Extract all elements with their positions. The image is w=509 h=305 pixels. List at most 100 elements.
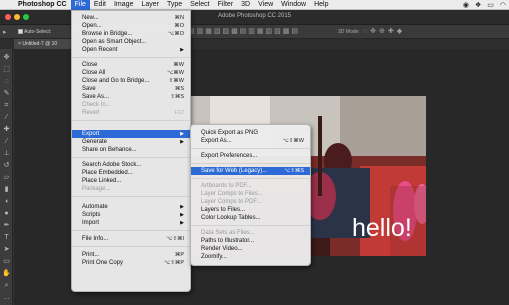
- menu-item-print[interactable]: Print... ⌘P: [72, 251, 190, 259]
- menu-item-print-one-copy[interactable]: Print One Copy ⌥⇧⌘P: [72, 259, 190, 267]
- menu-layer[interactable]: Layer: [137, 0, 163, 10]
- submenu-arrow-icon: ▶: [180, 139, 184, 145]
- hand-tool-icon[interactable]: ✋: [2, 269, 11, 278]
- menu-photoshop[interactable]: Photoshop CC: [14, 0, 71, 10]
- 3d-mode-icons[interactable]: ◌✥⊕✚◆: [363, 27, 405, 35]
- menu-item-shortcut: ⌥⌘O: [167, 31, 184, 37]
- menu-type[interactable]: Type: [163, 0, 186, 10]
- menu-separator: [72, 120, 190, 121]
- menu-image[interactable]: Image: [110, 0, 137, 10]
- menu-item-search-adobe-stock[interactable]: Search Adobe Stock...: [72, 161, 190, 169]
- menu-item-open-recent[interactable]: Open Recent ▶: [72, 46, 190, 54]
- menu-item-generate[interactable]: Generate ▶: [72, 138, 190, 146]
- submenu-item-zoomify[interactable]: Zoomify...: [191, 253, 310, 261]
- menu-item-package: Package...: [72, 185, 190, 193]
- menu-item-label: Revert: [82, 110, 100, 116]
- monitor-icon[interactable]: ▭: [487, 1, 494, 9]
- menu-item-place-embedded[interactable]: Place Embedded...: [72, 169, 190, 177]
- menu-item-shortcut: ⇧⌘S: [170, 94, 184, 100]
- menu-item-close[interactable]: Close ⌘W: [72, 61, 190, 69]
- lasso-tool-icon[interactable]: ◌: [2, 77, 11, 86]
- menu-3d[interactable]: 3D: [237, 0, 254, 10]
- align-distribute-icons[interactable]: ▤▥▦▧▨▩▤▥▦▧▨▩▤: [188, 27, 300, 35]
- eyedropper-tool-icon[interactable]: ⁄: [2, 113, 11, 122]
- menu-item-revert: Revert F12: [72, 109, 190, 117]
- menu-file[interactable]: File: [70, 0, 90, 10]
- submenu-item-export-as[interactable]: Export As... ⌥⇧⌘W: [191, 137, 310, 145]
- zoom-tool-icon[interactable]: ⌕: [2, 281, 11, 290]
- menu-filter[interactable]: Filter: [214, 0, 238, 10]
- menu-item-close-and-go-to-bridge[interactable]: Close and Go to Bridge... ⇧⌘W: [72, 77, 190, 85]
- marquee-tool-icon[interactable]: ⬚: [2, 65, 11, 74]
- move-tool-preset-icon[interactable]: ▸: [3, 28, 7, 36]
- menu-edit[interactable]: Edit: [90, 0, 110, 10]
- menu-item-label: Import: [82, 220, 100, 226]
- history-brush-tool-icon[interactable]: ↺: [2, 161, 11, 170]
- menu-item-shortcut: ⌘P: [174, 252, 184, 258]
- submenu-item-artboards-to-pdf: Artboards to PDF...: [191, 182, 310, 190]
- submenu-arrow-icon: ▶: [180, 212, 184, 218]
- menu-help[interactable]: Help: [310, 0, 332, 10]
- move-tool-icon[interactable]: ✥: [2, 53, 11, 62]
- auto-select-checkbox[interactable]: [18, 29, 23, 34]
- submenu-arrow-icon: ▶: [180, 204, 184, 210]
- menu-item-share-on-behance[interactable]: Share on Behance...: [72, 146, 190, 154]
- auto-select-label: Auto-Select:: [24, 29, 52, 35]
- submenu-item-render-video[interactable]: Render Video...: [191, 245, 310, 253]
- menu-item-scripts[interactable]: Scripts ▶: [72, 211, 190, 219]
- wifi-icon[interactable]: ◠: [500, 1, 506, 9]
- system-tray: ◉ ❖ ▭ ◠: [463, 0, 506, 10]
- more-tools-icon[interactable]: …: [2, 293, 11, 302]
- dodge-tool-icon[interactable]: ●: [2, 209, 11, 218]
- menu-item-browse-in-bridge[interactable]: Browse in Bridge... ⌥⌘O: [72, 30, 190, 38]
- gradient-tool-icon[interactable]: ▮: [2, 185, 11, 194]
- submenu-item-color-lookup-tables[interactable]: Color Lookup Tables...: [191, 214, 310, 222]
- menu-item-label: Data Sets as Files...: [201, 230, 255, 236]
- submenu-item-save-for-web[interactable]: Save for Web (Legacy)... ⌥⇧⌘S: [191, 167, 310, 175]
- menu-item-shortcut: ⌥⇧⌘I: [166, 236, 184, 242]
- menu-item-label: Package...: [82, 186, 111, 192]
- menu-item-open[interactable]: Open... ⌘O: [72, 22, 190, 30]
- eraser-tool-icon[interactable]: ▱: [2, 173, 11, 182]
- menu-item-import[interactable]: Import ▶: [72, 219, 190, 227]
- menu-view[interactable]: View: [254, 0, 277, 10]
- menu-item-place-linked[interactable]: Place Linked...: [72, 177, 190, 185]
- type-tool-icon[interactable]: T: [2, 233, 11, 242]
- menu-item-label: Automate: [82, 204, 108, 210]
- menu-item-open-as-smart-object[interactable]: Open as Smart Object...: [72, 38, 190, 46]
- submenu-item-paths-to-illustrator[interactable]: Paths to Illustrator...: [191, 237, 310, 245]
- path-selection-tool-icon[interactable]: ➤: [2, 245, 11, 254]
- menu-item-label: Search Adobe Stock...: [82, 162, 142, 168]
- healing-tool-icon[interactable]: ✚: [2, 125, 11, 134]
- shape-tool-icon[interactable]: ▭: [2, 257, 11, 266]
- brush-tool-icon[interactable]: ∕: [2, 137, 11, 146]
- menu-item-automate[interactable]: Automate ▶: [72, 203, 190, 211]
- submenu-item-layer-comps-to-files: Layer Comps to Files...: [191, 190, 310, 198]
- menu-item-label: Scripts: [82, 212, 101, 218]
- eye-icon[interactable]: ◉: [463, 1, 469, 9]
- clone-stamp-tool-icon[interactable]: ⊥: [2, 149, 11, 158]
- menu-item-export[interactable]: Export ▶: [72, 130, 190, 138]
- menu-item-label: Open Recent: [82, 47, 118, 53]
- menu-window[interactable]: Window: [277, 0, 310, 10]
- submenu-item-export-preferences[interactable]: Export Preferences...: [191, 152, 310, 160]
- pen-tool-icon[interactable]: ✒: [2, 221, 11, 230]
- menu-item-label: Save As...: [82, 94, 110, 100]
- crop-tool-icon[interactable]: ⌗: [2, 101, 11, 110]
- menu-item-file-info[interactable]: File Info... ⌥⇧⌘I: [72, 235, 190, 243]
- menu-item-close-all[interactable]: Close All ⌥⌘W: [72, 69, 190, 77]
- menu-select[interactable]: Select: [186, 0, 213, 10]
- submenu-item-layers-to-files[interactable]: Layers to Files...: [191, 206, 310, 214]
- blur-tool-icon[interactable]: ◖: [2, 197, 11, 206]
- menu-item-save-as[interactable]: Save As... ⇧⌘S: [72, 93, 190, 101]
- quick-select-tool-icon[interactable]: ✎: [2, 89, 11, 98]
- dropbox-icon[interactable]: ❖: [475, 1, 481, 9]
- menu-item-save[interactable]: Save ⌘S: [72, 85, 190, 93]
- menu-separator: [191, 225, 310, 226]
- menu-item-new[interactable]: New... ⌘N: [72, 14, 190, 22]
- submenu-arrow-icon: ▶: [180, 47, 184, 53]
- menu-item-label: Layer Comps to PDF...: [201, 199, 262, 205]
- document-tab[interactable]: × Untitled-7 @ 10: [14, 39, 76, 49]
- submenu-item-quick-export-png[interactable]: Quick Export as PNG: [191, 129, 310, 137]
- menu-item-label: Open...: [82, 23, 102, 29]
